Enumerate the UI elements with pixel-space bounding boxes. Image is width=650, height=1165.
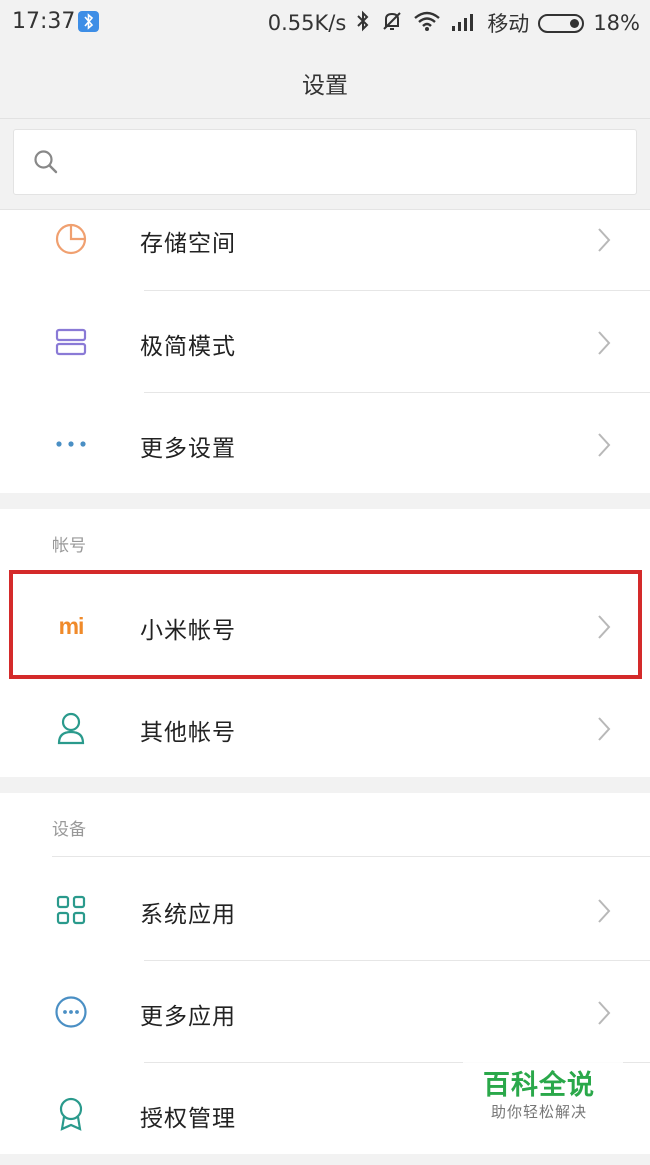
settings-row-more-settings[interactable]: 更多设置	[0, 393, 650, 495]
chevron-right-icon	[596, 431, 612, 459]
wifi-icon	[413, 10, 441, 37]
search-icon	[33, 149, 59, 175]
settings-row-system-apps[interactable]: 系统应用	[0, 859, 650, 961]
network-speed: 0.55K/s	[267, 11, 347, 35]
title-bar: 设置	[0, 46, 650, 119]
watermark: 百科全说 助你轻松解决	[463, 1055, 623, 1133]
chevron-right-icon	[596, 226, 612, 254]
settings-row-label: 系统应用	[140, 902, 236, 928]
search-box[interactable]	[13, 129, 637, 195]
more-apps-icon	[52, 994, 90, 1030]
section-header-device: 设备	[52, 820, 86, 840]
battery-percent: 18%	[593, 11, 640, 35]
settings-row-label: 其他帐号	[140, 720, 236, 746]
watermark-title: 百科全说	[483, 1070, 595, 1101]
signal-icon	[450, 11, 478, 36]
chevron-right-icon	[596, 897, 612, 925]
settings-row-label: 更多应用	[140, 1004, 236, 1030]
page-title: 设置	[302, 73, 348, 99]
general-settings-card: 存储空间 极简模式 更多设置	[0, 210, 650, 493]
carrier-name: 移动	[487, 12, 530, 36]
grid-apps-icon	[52, 892, 90, 928]
chevron-right-icon	[596, 715, 612, 743]
battery-icon	[538, 13, 585, 33]
row-divider	[52, 856, 650, 857]
settings-row-label: 极简模式	[140, 334, 236, 360]
settings-row-storage[interactable]: 存储空间	[0, 188, 650, 290]
settings-row-label: 存储空间	[140, 231, 236, 257]
chevron-right-icon	[596, 329, 612, 357]
status-time: 17:37	[12, 9, 76, 34]
mute-bell-icon	[380, 9, 404, 38]
section-header-accounts: 帐号	[52, 536, 86, 556]
settings-row-label: 更多设置	[140, 436, 236, 462]
storage-pie-icon	[52, 221, 90, 257]
status-bar: 17:37 0.55K/s 移动 18%	[0, 0, 650, 46]
bluetooth-app-badge	[78, 11, 99, 32]
watermark-subtitle: 助你轻松解决	[491, 1103, 588, 1121]
chevron-right-icon	[596, 999, 612, 1027]
settings-row-other-accounts[interactable]: 其他帐号	[0, 677, 650, 779]
highlight-box	[9, 570, 642, 679]
bluetooth-icon	[355, 9, 371, 38]
more-dots-icon	[52, 426, 90, 462]
simple-mode-icon	[52, 324, 90, 360]
authorization-icon	[52, 1096, 90, 1132]
person-icon	[52, 710, 90, 746]
settings-row-simple-mode[interactable]: 极简模式	[0, 291, 650, 393]
settings-row-label: 授权管理	[140, 1106, 236, 1132]
search-input[interactable]	[74, 142, 618, 184]
settings-row-more-apps[interactable]: 更多应用	[0, 961, 650, 1063]
